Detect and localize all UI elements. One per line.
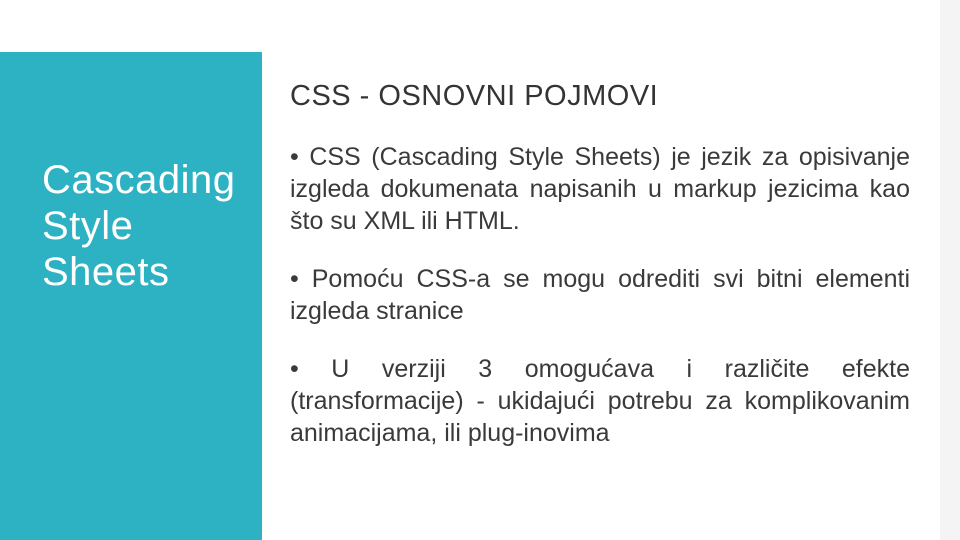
bullet-item: • CSS (Cascading Style Sheets) je jezik … bbox=[290, 141, 910, 237]
slide: Cascading Style Sheets CSS - OSNOVNI POJ… bbox=[0, 0, 960, 540]
sidebar-title: Cascading Style Sheets bbox=[18, 157, 244, 295]
bullet-item: • Pomoću CSS-a se mogu odrediti svi bitn… bbox=[290, 263, 910, 327]
right-strip bbox=[940, 0, 960, 540]
top-bar bbox=[0, 0, 960, 52]
sidebar: Cascading Style Sheets bbox=[0, 52, 262, 540]
bullet-item: • U verziji 3 omogućava i različite efek… bbox=[290, 353, 910, 449]
sidebar-title-line1: Cascading bbox=[42, 158, 236, 202]
main-content: CSS - OSNOVNI POJMOVI • CSS (Cascading S… bbox=[262, 52, 940, 540]
slide-heading: CSS - OSNOVNI POJMOVI bbox=[290, 80, 910, 113]
sidebar-title-line2: Style Sheets bbox=[42, 204, 170, 294]
